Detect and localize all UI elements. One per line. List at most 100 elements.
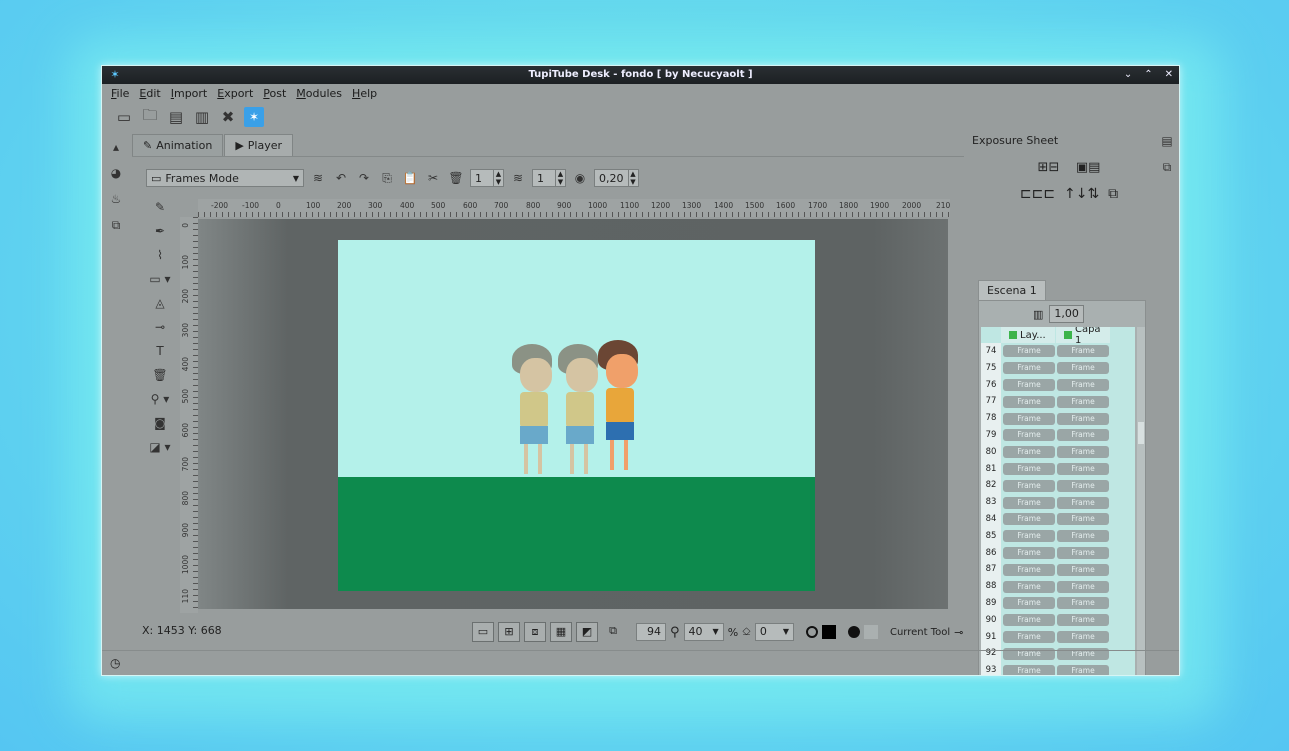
frame-cell[interactable]: Frame: [1003, 597, 1055, 610]
polyline-tool-icon[interactable]: ⌇: [140, 243, 180, 267]
maximize-button[interactable]: ⌃: [1144, 66, 1152, 84]
menu-file[interactable]: File: [111, 87, 129, 100]
fill-tool-icon[interactable]: ◬: [140, 291, 180, 315]
action-safe-icon[interactable]: ⧈: [524, 622, 546, 642]
frame-cell[interactable]: Frame: [1057, 580, 1109, 593]
menu-import[interactable]: Import: [171, 87, 208, 100]
new-project-icon[interactable]: ▭: [114, 107, 134, 127]
frame-cell[interactable]: Frame: [1003, 563, 1055, 576]
frame-cell[interactable]: Frame: [1003, 362, 1055, 375]
copy-icon[interactable]: ⎘: [378, 171, 396, 186]
frame-cell[interactable]: Frame: [1003, 446, 1055, 459]
stroke-color-icon[interactable]: [805, 626, 818, 638]
menu-edit[interactable]: Edit: [139, 87, 160, 100]
tab-scene-1[interactable]: Escena 1: [978, 280, 1046, 300]
frame-cell[interactable]: Frame: [1057, 630, 1109, 643]
undo-icon[interactable]: ↶: [332, 171, 350, 185]
fps-value[interactable]: 1,00: [1049, 305, 1084, 323]
frame-cell[interactable]: Frame: [1003, 395, 1055, 408]
frame-cell[interactable]: Frame: [1003, 378, 1055, 391]
selection-tool-icon[interactable]: ⊸: [140, 315, 180, 339]
timer-icon[interactable]: ◷: [110, 656, 120, 670]
brush-icon[interactable]: ♨: [102, 186, 130, 212]
frame-cell[interactable]: Frame: [1057, 530, 1109, 543]
frame-cell[interactable]: Frame: [1003, 630, 1055, 643]
menu-modules[interactable]: Modules: [296, 87, 342, 100]
cut-icon[interactable]: ✂: [424, 171, 442, 185]
frame-cell[interactable]: Frame: [1057, 362, 1109, 375]
move-down-icon[interactable]: ↓: [1076, 186, 1088, 202]
frame-cell[interactable]: Frame: [1003, 513, 1055, 526]
frame-cell[interactable]: Frame: [1003, 479, 1055, 492]
fine-grid-icon[interactable]: ▦: [550, 622, 572, 642]
scroll-thumb[interactable]: [1138, 422, 1144, 444]
frame-cell[interactable]: Frame: [1057, 395, 1109, 408]
frame-cell[interactable]: Frame: [1057, 546, 1109, 559]
duplicate-frame-icon[interactable]: ⧉: [1108, 186, 1118, 202]
full-screen-icon[interactable]: ⧉: [602, 622, 624, 642]
node-tool-icon[interactable]: ⚲ ▾: [140, 387, 180, 411]
close-button[interactable]: ✕: [1165, 66, 1173, 84]
frame-cell[interactable]: Frame: [1003, 530, 1055, 543]
library-icon[interactable]: ⧉: [102, 212, 130, 238]
frame-cell[interactable]: Frame: [1057, 614, 1109, 627]
paste-icon[interactable]: 📋: [401, 171, 419, 185]
tween-tool-icon[interactable]: ◪ ▾: [140, 435, 180, 459]
redo-icon[interactable]: ↷: [355, 171, 373, 185]
frame-cell[interactable]: Frame: [1057, 462, 1109, 475]
camera-tool-icon[interactable]: ◙: [140, 411, 180, 435]
close-project-icon[interactable]: ✖: [218, 107, 238, 127]
background-color-swatch[interactable]: [863, 625, 878, 639]
pencil-tool-icon[interactable]: ✎: [140, 195, 180, 219]
grid-icon[interactable]: ⊞: [498, 622, 520, 642]
save-icon[interactable]: ▤: [166, 107, 186, 127]
mode-select[interactable]: ▭ Frames Mode ▼: [146, 169, 304, 187]
spin-arrows-icon[interactable]: ▲ ▼: [493, 170, 503, 186]
previous-frames-spinner[interactable]: 1 ▲ ▼: [470, 169, 504, 187]
frame-cell[interactable]: Frame: [1003, 546, 1055, 559]
layer-visibility-icon[interactable]: [1009, 331, 1017, 339]
spin-arrows-icon[interactable]: ▲ ▼: [555, 170, 565, 186]
remove-layer-icon[interactable]: ⊟: [1048, 160, 1059, 175]
minimize-button[interactable]: ⌄: [1124, 66, 1132, 84]
add-scene-icon[interactable]: ▣: [1076, 160, 1088, 175]
frame-cell[interactable]: Frame: [1057, 597, 1109, 610]
frame-cell[interactable]: Frame: [1003, 496, 1055, 509]
frame-cell[interactable]: Frame: [1057, 429, 1109, 442]
exposure-scrollbar[interactable]: [1137, 327, 1145, 675]
text-tool-icon[interactable]: T: [140, 339, 180, 363]
zoom-input[interactable]: 40 ▼: [683, 623, 724, 641]
rotation-input[interactable]: 0 ▼: [754, 623, 794, 641]
frame-cell[interactable]: Frame: [1003, 345, 1055, 358]
next-frames-spinner[interactable]: 1 ▲ ▼: [532, 169, 566, 187]
eraser-tool-icon[interactable]: 🗑: [140, 363, 180, 387]
tab-player[interactable]: ▶ Player: [224, 134, 294, 156]
frame-cell[interactable]: Frame: [1057, 479, 1109, 492]
save-as-icon[interactable]: ▥: [192, 107, 212, 127]
menu-post[interactable]: Post: [263, 87, 286, 100]
frame-cell[interactable]: Frame: [1003, 412, 1055, 425]
extend-frame-icon[interactable]: ⊏: [1032, 186, 1044, 202]
frame-cell[interactable]: Frame: [1057, 378, 1109, 391]
reverse-icon[interactable]: ⇅: [1087, 186, 1099, 202]
rectangle-tool-icon[interactable]: ▭ ▾: [140, 267, 180, 291]
frame-number[interactable]: 94: [636, 623, 666, 641]
opacity-spinner[interactable]: 0,20 ▲ ▼: [594, 169, 639, 187]
spin-arrows-icon[interactable]: ▲ ▼: [627, 170, 638, 186]
frame-cell[interactable]: Frame: [1057, 446, 1109, 459]
frame-cell[interactable]: Frame: [1057, 563, 1109, 576]
copy-frame-icon[interactable]: ⊏: [1043, 186, 1055, 202]
frame-cell[interactable]: Frame: [1057, 412, 1109, 425]
menu-help[interactable]: Help: [352, 87, 377, 100]
menu-export[interactable]: Export: [217, 87, 253, 100]
move-up-icon[interactable]: ↑: [1064, 186, 1076, 202]
collapse-arrow-icon[interactable]: ▴: [102, 134, 130, 160]
layer-header-0[interactable]: Lay...: [1001, 327, 1055, 343]
frame-cell[interactable]: Frame: [1057, 513, 1109, 526]
frame-cell[interactable]: Frame: [1003, 429, 1055, 442]
frame-cell[interactable]: Frame: [1003, 614, 1055, 627]
delete-icon[interactable]: 🗑: [447, 171, 465, 185]
add-layer-icon[interactable]: ⊞: [1038, 160, 1049, 175]
frame-cell[interactable]: Frame: [1003, 580, 1055, 593]
frame-cell[interactable]: Frame: [1057, 345, 1109, 358]
